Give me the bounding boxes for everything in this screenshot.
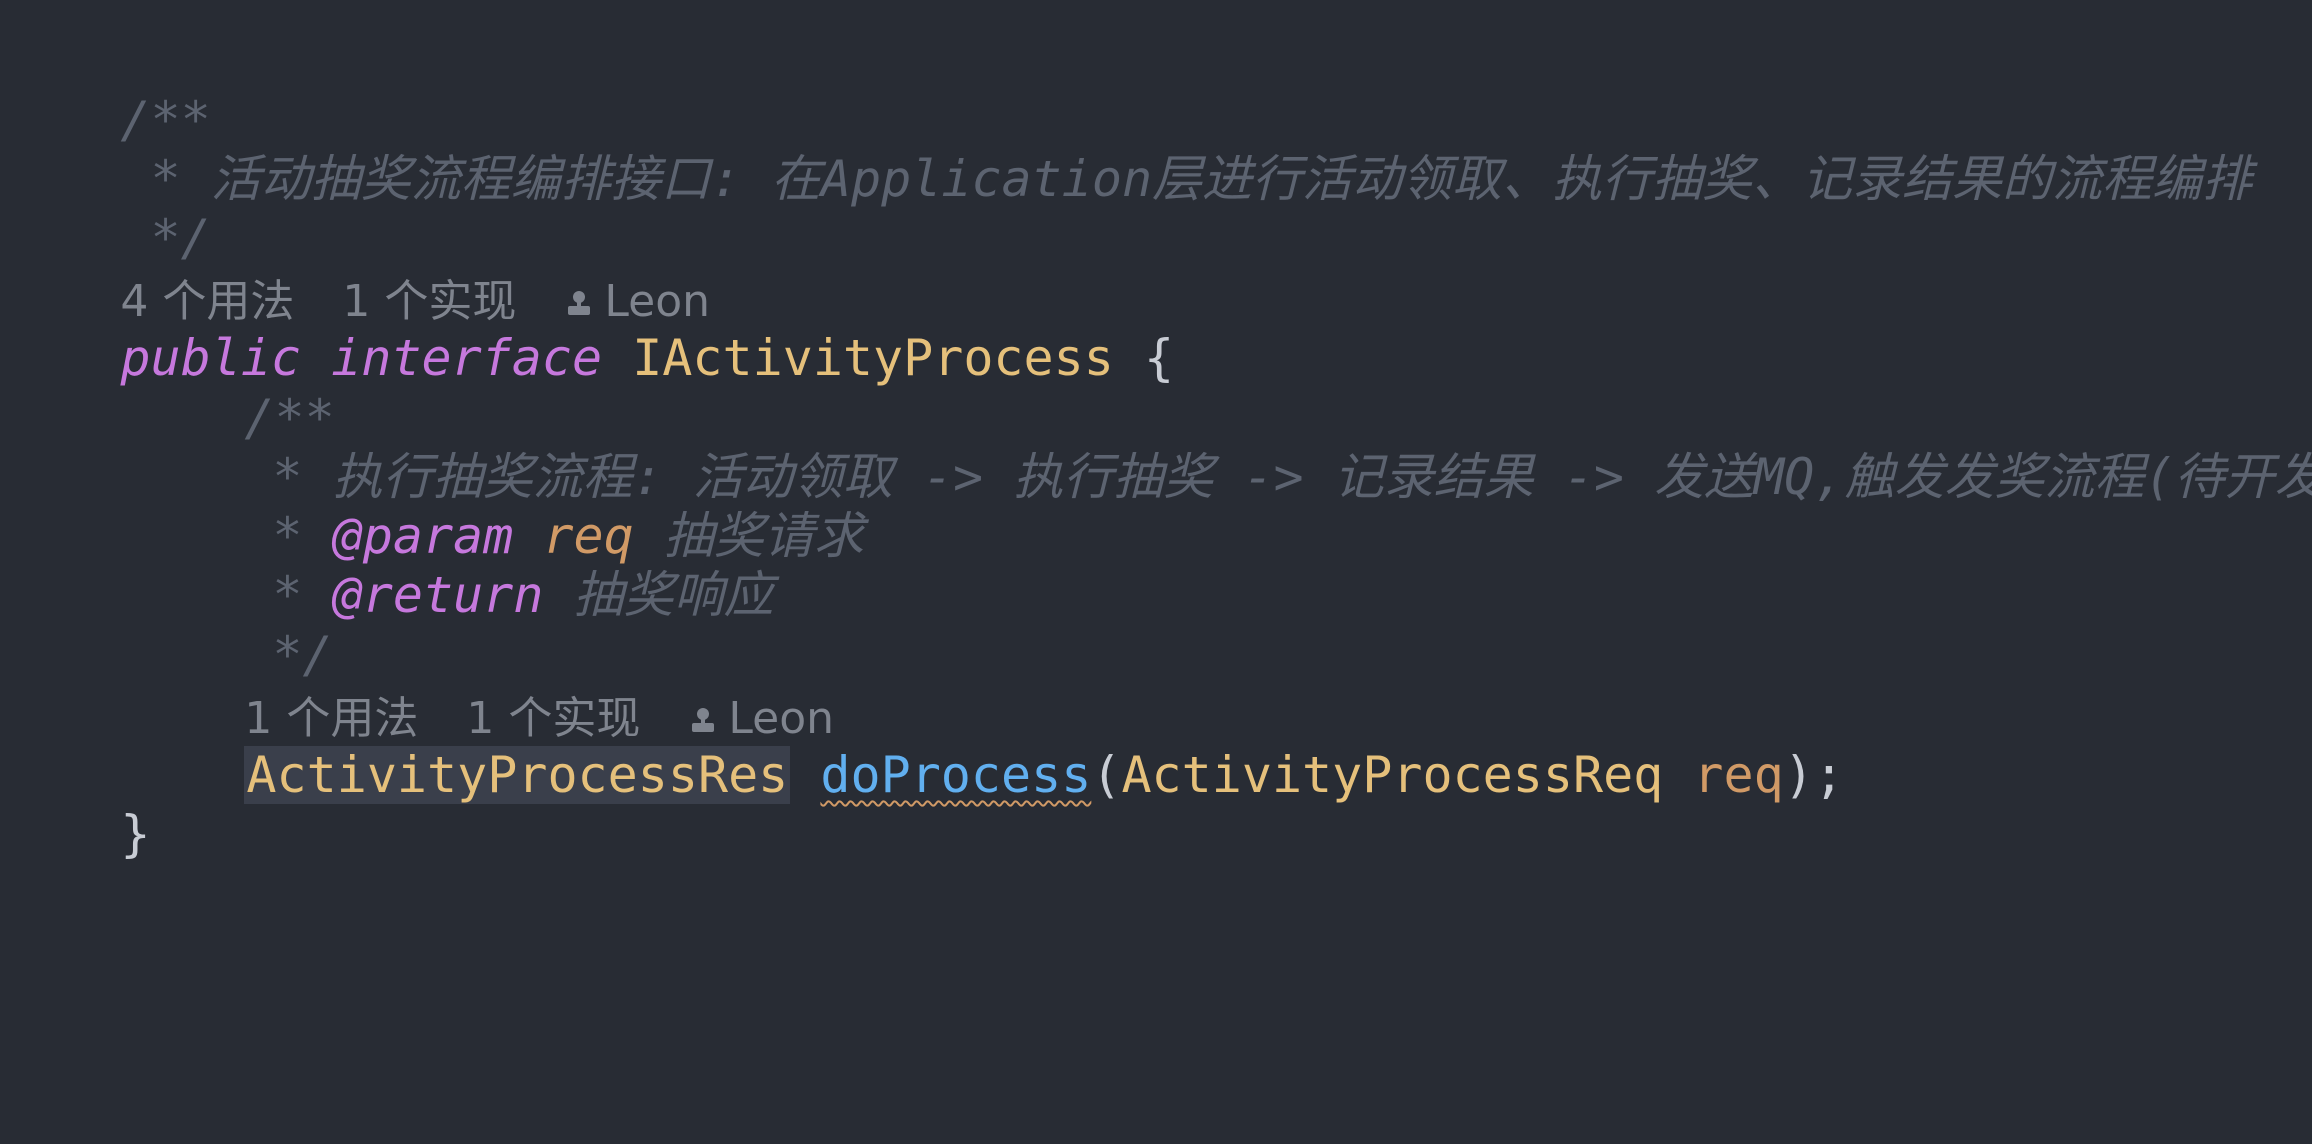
- code-line-2: * 活动抽奖流程编排接口: 在Application层进行活动领取、执行抽奖、记…: [0, 47, 2253, 208]
- code-line-close: }: [0, 702, 150, 863]
- return-type[interactable]: ActivityProcessRes: [244, 746, 791, 804]
- method-name[interactable]: doProcess: [820, 746, 1091, 804]
- brace-close: }: [120, 805, 151, 863]
- code-editor[interactable]: /** * 活动抽奖流程编排接口: 在Application层进行活动领取、执行…: [0, 0, 2312, 1144]
- code-line-method: ActivityProcessRes doProcess(ActivityPro…: [244, 746, 1844, 804]
- param-name[interactable]: req: [1693, 746, 1783, 804]
- param-type[interactable]: ActivityProcessReq: [1121, 746, 1663, 804]
